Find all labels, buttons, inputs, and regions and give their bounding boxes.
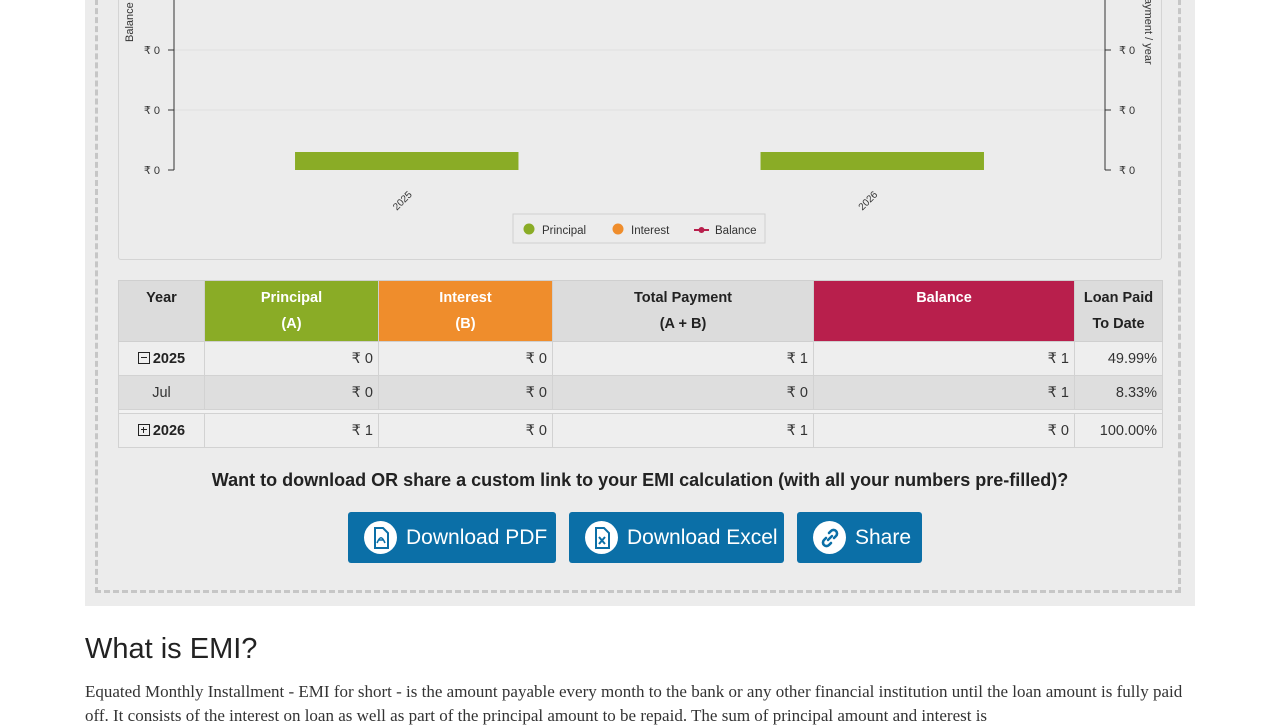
pdf-icon: [364, 521, 397, 554]
left-axis-title: Balance: [124, 2, 136, 42]
cell-balance: ₹ 1: [813, 375, 1075, 410]
table-row-year: 2026 ₹ 1 ₹ 0 ₹ 1 ₹ 0 100.00%: [118, 413, 1163, 448]
download-pdf-button[interactable]: Download PDF: [348, 512, 556, 563]
share-button[interactable]: Share: [797, 512, 922, 563]
x-tick-label: 2025: [391, 189, 415, 213]
legend-marker: [523, 223, 535, 235]
right-tick-label: ₹ 0: [1119, 45, 1135, 57]
collapse-icon[interactable]: [137, 351, 150, 364]
cell-month: Jul: [118, 375, 205, 410]
cell-interest: ₹ 0: [378, 341, 553, 376]
header-total-payment: Total Payment (A + B): [552, 280, 814, 342]
share-label: Share: [855, 525, 912, 549]
cell-principal: ₹ 0: [204, 341, 379, 376]
left-tick-label: ₹ 0: [144, 165, 160, 177]
download-excel-label: Download Excel: [627, 525, 778, 549]
header-principal: Principal (A): [204, 280, 379, 342]
cell-total: ₹ 1: [552, 413, 814, 448]
cell-total: ₹ 0: [552, 375, 814, 410]
header-balance: Balance: [813, 280, 1075, 342]
header-loan-paid: Loan Paid To Date: [1074, 280, 1163, 342]
cell-paid: 8.33%: [1074, 375, 1163, 410]
cell-interest: ₹ 0: [378, 413, 553, 448]
table-row-year: 2025 ₹ 0 ₹ 0 ₹ 1 ₹ 1 49.99%: [118, 341, 1163, 376]
emi-chart: ₹ 0 ₹ 0 ₹ 0 ₹ 0 ₹ 0 ₹ 0 Balance ayment / year 20…: [124, 0, 1154, 244]
cell-total: ₹ 1: [552, 341, 814, 376]
principal-bar: [760, 152, 984, 170]
link-icon: [813, 521, 846, 554]
cell-paid: 100.00%: [1074, 413, 1163, 448]
right-tick-label: ₹ 0: [1119, 165, 1135, 177]
year-toggle-cell[interactable]: 2025: [118, 341, 205, 376]
table-header-row: Year Principal (A) Interest (B) Total Paym…: [118, 280, 1163, 342]
header-interest: Interest (B): [378, 280, 553, 342]
table-row-month: Jul ₹ 0 ₹ 0 ₹ 0 ₹ 1 8.33%: [118, 375, 1163, 410]
cell-paid: 49.99%: [1074, 341, 1163, 376]
legend-label: Balance: [715, 225, 757, 237]
section-body: Equated Monthly Installment - EMI for sh…: [85, 682, 1183, 725]
left-tick-label: ₹ 0: [144, 45, 160, 57]
cell-balance: ₹ 0: [813, 413, 1075, 448]
legend-marker: [612, 223, 624, 235]
share-prompt: Want to download OR share a custom link …: [211, 470, 1069, 490]
right-axis-title: ayment / year: [1142, 0, 1154, 65]
legend-label: Principal: [542, 225, 586, 237]
principal-bar: [295, 152, 519, 170]
header-year: Year: [118, 280, 205, 342]
cell-principal: ₹ 0: [204, 375, 379, 410]
payment-schedule-table: Year Principal (A) Interest (B) Total Paym…: [118, 280, 1163, 448]
excel-icon: [585, 521, 618, 554]
section-title: What is EMI?: [85, 633, 258, 665]
legend-label: Interest: [631, 225, 670, 237]
left-tick-label: ₹ 0: [144, 105, 160, 117]
download-excel-button[interactable]: Download Excel: [569, 512, 784, 563]
cell-balance: ₹ 1: [813, 341, 1075, 376]
legend-marker: [698, 227, 705, 233]
x-tick-label: 2026: [857, 189, 881, 213]
download-pdf-label: Download PDF: [406, 525, 548, 549]
year-toggle-cell[interactable]: 2026: [118, 413, 205, 448]
cell-principal: ₹ 1: [204, 413, 379, 448]
expand-icon[interactable]: [137, 423, 150, 436]
right-tick-label: ₹ 0: [1119, 105, 1135, 117]
cell-interest: ₹ 0: [378, 375, 553, 410]
